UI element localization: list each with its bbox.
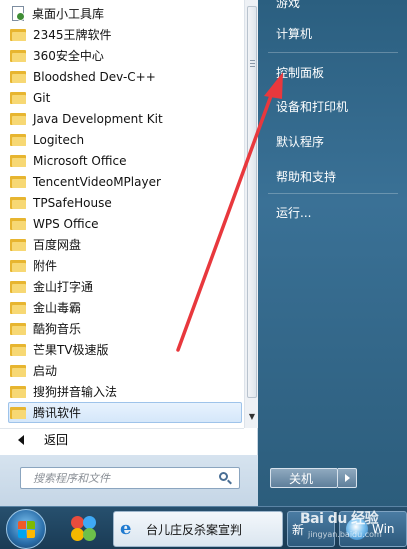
back-arrow-icon [18, 434, 24, 445]
program-item-label: WPS Office [33, 216, 99, 231]
folder-icon [10, 70, 26, 83]
baidu-watermark-url: jingyan.baidu.com [308, 530, 382, 539]
program-item-gadgets[interactable]: 桌面小工具库 [10, 3, 242, 24]
program-item-label: Java Development Kit [33, 111, 163, 126]
folder-icon [10, 154, 26, 167]
folder-icon [10, 301, 26, 314]
program-item-label: TPSafeHouse [33, 195, 112, 210]
right-item-computer[interactable]: 计算机 [276, 25, 312, 42]
right-item-control-panel[interactable]: 控制面板 [276, 64, 324, 81]
program-item-label: Logitech [33, 132, 85, 147]
folder-icon [10, 133, 26, 146]
program-item-label: 附件 [33, 259, 58, 273]
shutdown-label: 关机 [289, 471, 314, 486]
program-item-folder[interactable]: WPS Office [10, 213, 242, 234]
right-item-devices-printers[interactable]: 设备和打印机 [276, 98, 348, 115]
program-item-label: 搜狗拼音输入法 [33, 385, 118, 399]
taskbar-window-ie[interactable]: e 台儿庄反杀案宣判 [113, 511, 283, 547]
program-item-folder[interactable]: Git [10, 87, 242, 108]
baidu-watermark: Bai du 经验 [300, 511, 379, 527]
search-input[interactable]: 搜索程序和文件 [20, 467, 240, 489]
folder-icon [10, 343, 26, 356]
program-item-label: Git [33, 90, 51, 105]
folder-icon [10, 280, 26, 293]
start-menu-right-pane: 游戏 计算机 控制面板 设备和打印机 默认程序 帮助和支持 运行... [262, 0, 407, 455]
right-item-games[interactable]: 游戏 [276, 0, 300, 11]
folder-icon [10, 196, 26, 209]
right-item-default-programs[interactable]: 默认程序 [276, 133, 324, 150]
folder-icon [10, 406, 26, 419]
internet-explorer-icon: e [120, 518, 132, 539]
search-icon[interactable] [219, 472, 233, 486]
program-item-label: 百度网盘 [33, 238, 82, 252]
program-item-folder[interactable]: Bloodshed Dev-C++ [10, 66, 242, 87]
taskbar-app-icon[interactable] [64, 512, 104, 546]
program-item-label: 启动 [33, 364, 58, 378]
folder-icon [10, 49, 26, 62]
folder-icon [10, 322, 26, 335]
back-label: 返回 [44, 433, 69, 447]
divider [268, 193, 398, 194]
all-programs-pane: 桌面小工具库 2345王牌软件 360安全中心 Bloodshed Dev-C+… [0, 0, 258, 455]
program-item-folder[interactable]: 启动 [10, 360, 242, 381]
program-item-folder[interactable]: 酷狗音乐 [10, 318, 242, 339]
program-item-label: 酷狗音乐 [33, 322, 82, 336]
program-item-folder[interactable]: TencentVideoMPlayer [10, 171, 242, 192]
program-item-folder[interactable]: 百度网盘 [10, 234, 242, 255]
program-item-label: Microsoft Office [33, 153, 127, 168]
program-item-label: 桌面小工具库 [32, 7, 105, 21]
program-item-label: 360安全中心 [33, 49, 104, 63]
program-item-label: 金山打字通 [33, 280, 94, 294]
right-item-run[interactable]: 运行... [276, 204, 311, 221]
program-item-folder[interactable]: 360安全中心 [10, 45, 242, 66]
program-item-label: 金山毒霸 [33, 301, 82, 315]
right-item-help-support[interactable]: 帮助和支持 [276, 168, 336, 185]
program-item-folder[interactable]: Java Development Kit [10, 108, 242, 129]
program-item-folder[interactable]: 附件 [10, 255, 242, 276]
program-item-label: TencentVideoMPlayer [33, 174, 161, 189]
start-button[interactable] [6, 509, 46, 549]
start-menu: 桌面小工具库 2345王牌软件 360安全中心 Bloodshed Dev-C+… [0, 0, 407, 506]
folder-icon [10, 217, 26, 230]
program-list-scrollbar[interactable]: ▼ [244, 0, 258, 428]
taskbar-window-title: 台儿庄反杀案宣判 [146, 522, 243, 537]
folder-icon [10, 91, 26, 104]
shutdown-options-button[interactable] [338, 468, 357, 488]
gadget-icon [10, 5, 26, 22]
program-item-label: 2345王牌软件 [33, 28, 112, 42]
program-item-folder[interactable]: Logitech [10, 129, 242, 150]
folder-icon [10, 112, 26, 125]
folder-icon [10, 28, 26, 41]
program-item-folder[interactable]: 搜狗拼音输入法 [10, 381, 242, 402]
program-item-label: Bloodshed Dev-C++ [33, 69, 156, 84]
program-item-folder[interactable]: 金山毒霸 [10, 297, 242, 318]
search-placeholder: 搜索程序和文件 [33, 472, 110, 485]
program-item-folder[interactable]: 2345王牌软件 [10, 24, 242, 45]
folder-icon [10, 364, 26, 377]
folder-icon [10, 385, 26, 398]
program-item-folder[interactable]: Microsoft Office [10, 150, 242, 171]
folder-icon [10, 238, 26, 251]
divider [268, 52, 398, 53]
folder-icon [10, 175, 26, 188]
scroll-down-arrow-icon[interactable]: ▼ [247, 410, 257, 422]
program-item-label: 芒果TV极速版 [33, 343, 109, 357]
program-item-label: 腾讯软件 [33, 406, 82, 420]
search-area: 搜索程序和文件 [0, 455, 258, 506]
program-item-folder-selected[interactable]: 腾讯软件 [8, 402, 242, 423]
chevron-right-icon [344, 474, 350, 482]
program-item-folder[interactable]: 金山打字通 [10, 276, 242, 297]
program-item-folder[interactable]: TPSafeHouse [10, 192, 242, 213]
back-button[interactable]: 返回 [0, 428, 244, 450]
scrollbar-thumb[interactable] [247, 6, 257, 398]
program-list: 桌面小工具库 2345王牌软件 360安全中心 Bloodshed Dev-C+… [0, 0, 244, 428]
folder-icon [10, 259, 26, 272]
shutdown-button[interactable]: 关机 [270, 468, 338, 488]
program-item-folder[interactable]: 芒果TV极速版 [10, 339, 242, 360]
